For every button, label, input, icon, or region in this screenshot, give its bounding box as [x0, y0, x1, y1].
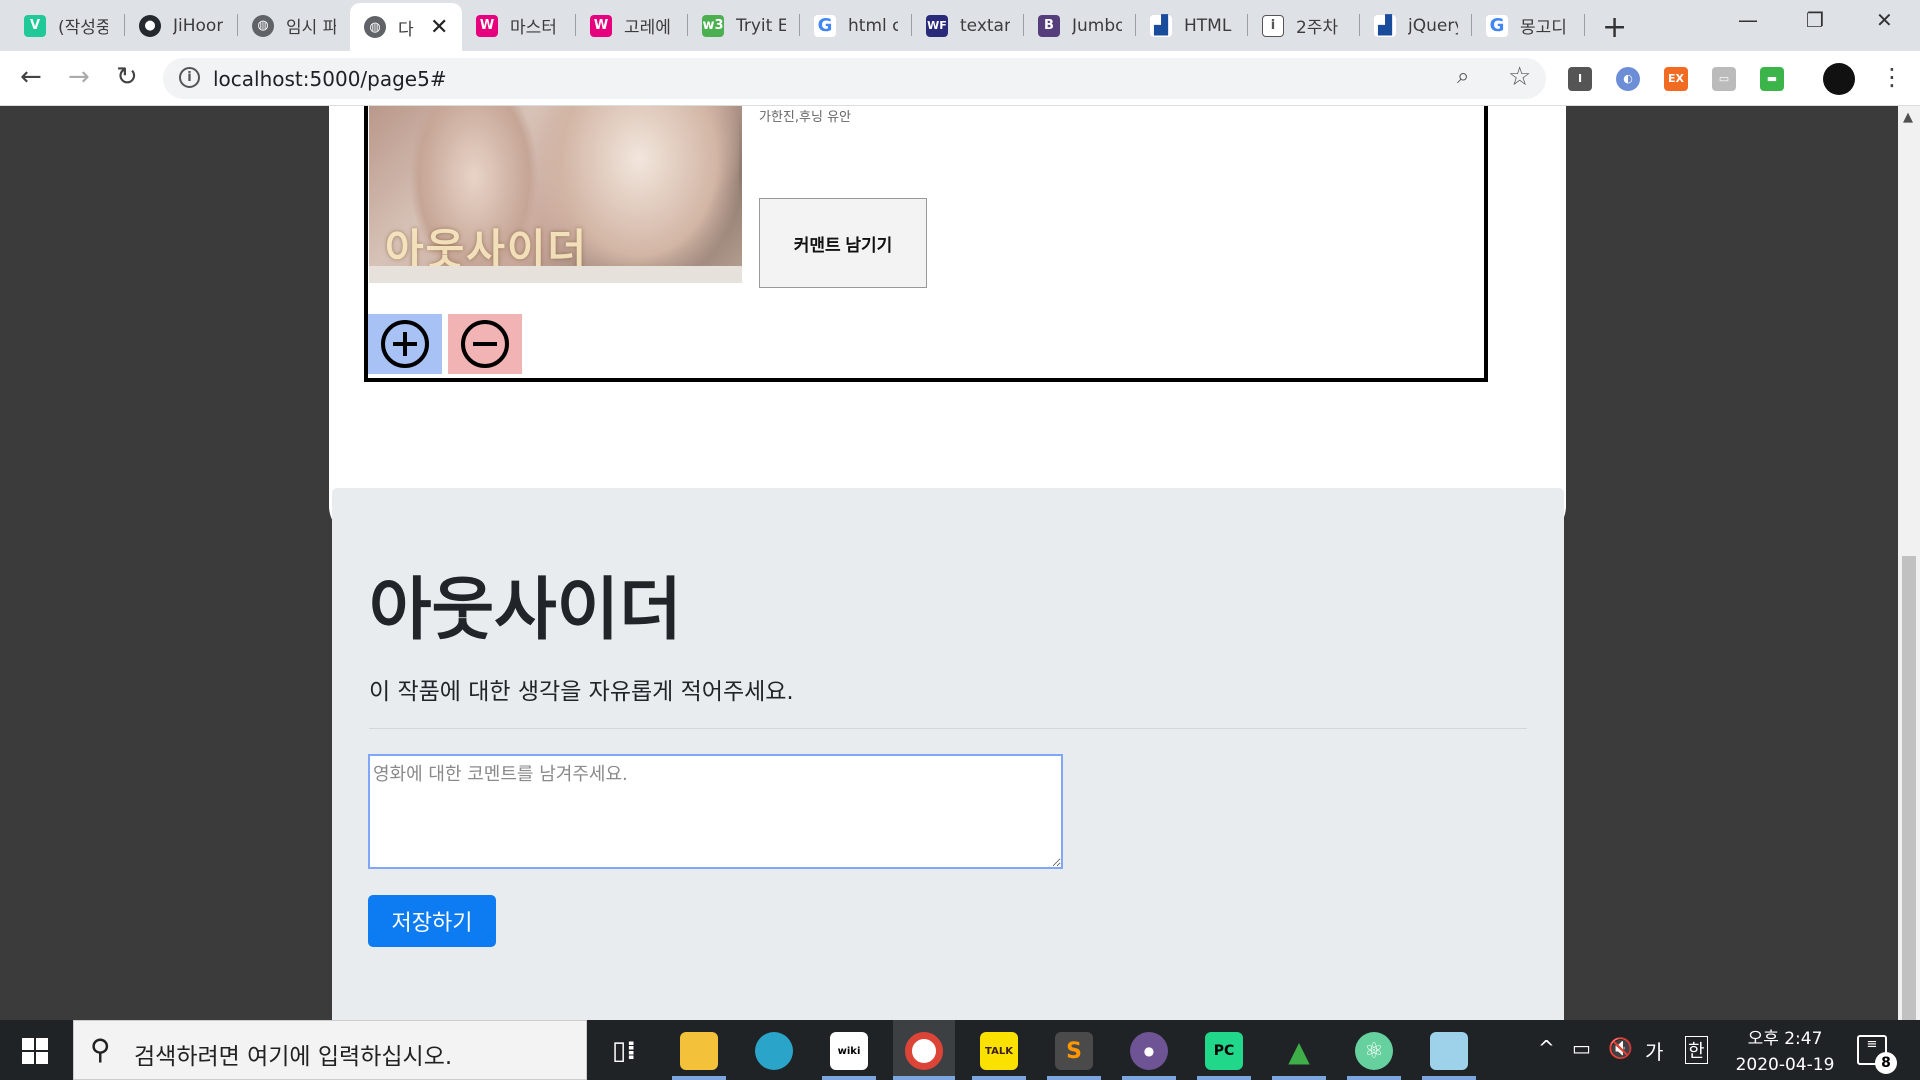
extension-icon[interactable]: ◐ — [1616, 67, 1640, 91]
pycharm-icon[interactable]: PC — [1205, 1032, 1243, 1070]
taskbar-clock[interactable]: 오후 2:47 2020-04-19 — [1730, 1026, 1840, 1078]
kakaotalk-icon[interactable]: TALK — [980, 1032, 1018, 1070]
github-desktop-icon[interactable]: ● — [1130, 1032, 1168, 1070]
movie-card: 아웃사이더 가한진,후닝 유안 커맨트 남기기 — [364, 106, 1488, 382]
close-window-icon[interactable]: ✕ — [1876, 8, 1893, 32]
tray-expand-icon[interactable]: ^ — [1538, 1036, 1555, 1060]
tab-github[interactable]: ● JiHoon — [125, 7, 235, 44]
notification-count: 8 — [1875, 1052, 1897, 1074]
movie-poster: 아웃사이더 — [369, 106, 742, 283]
app-icon[interactable] — [755, 1032, 793, 1070]
tab-tryit[interactable]: w3 Tryit E — [688, 7, 798, 44]
w-icon: W — [476, 14, 498, 37]
back-icon[interactable]: ← — [20, 62, 42, 92]
w3schools-icon: w3 — [702, 14, 724, 37]
forward-icon[interactable]: → — [68, 62, 90, 92]
search-icon: ⚲ — [90, 1033, 111, 1066]
extension-icon[interactable]: ▭ — [1712, 67, 1736, 91]
chart-icon: ▟ — [1374, 14, 1396, 37]
windows-taskbar: ⚲ 검색하려면 여기에 입력하십시오. ▯⁞ wiki TALK S ● PC … — [0, 1020, 1920, 1080]
volume-muted-icon[interactable]: 🔇 — [1608, 1036, 1633, 1060]
address-bar[interactable]: i localhost:5000/page5# ⌕ ☆ — [163, 58, 1546, 99]
robo3t-icon[interactable]: ▲ — [1280, 1032, 1318, 1070]
movie-title-heading: 아웃사이더 — [369, 571, 682, 650]
bookmark-star-icon[interactable]: ☆ — [1508, 62, 1531, 92]
site-info-icon[interactable]: i — [179, 67, 200, 88]
extension-icon[interactable]: ▬ — [1760, 67, 1784, 91]
velog-icon: V — [24, 14, 46, 37]
new-tab-icon[interactable]: + — [1602, 10, 1627, 45]
clock-time: 오후 2:47 — [1747, 1029, 1823, 1049]
url-text[interactable]: localhost:5000/page5# — [213, 67, 447, 91]
movie-cast: 가한진,후닝 유안 — [759, 110, 851, 125]
menu-kebab-icon[interactable]: ⋮ — [1880, 63, 1904, 91]
save-button[interactable]: 저장하기 — [368, 895, 496, 947]
github-icon: ● — [139, 14, 161, 37]
ime-language[interactable]: 가 — [1645, 1036, 1663, 1065]
page-scrollbar[interactable]: ▲ — [1898, 106, 1920, 1020]
tab-active[interactable]: ◍ 다 ✕ — [350, 3, 462, 51]
tab-textarea[interactable]: WF textare — [912, 7, 1022, 44]
tab-week2[interactable]: i 2주차 — [1248, 7, 1358, 44]
tab-html2[interactable]: ▟ HTML — [1136, 7, 1246, 44]
divider — [369, 728, 1527, 729]
tab-mongodb[interactable]: G 몽고디 — [1472, 7, 1582, 44]
profile-avatar[interactable] — [1823, 63, 1855, 95]
tab-gore[interactable]: W 고레에 — [576, 7, 686, 44]
clock-date: 2020-04-19 — [1735, 1055, 1835, 1075]
chrome-icon[interactable] — [905, 1032, 943, 1070]
file-explorer-icon[interactable] — [680, 1032, 718, 1070]
page-viewport: 아웃사이더 가한진,후닝 유안 커맨트 남기기 아웃사이더 이 작품에 대한 생… — [0, 106, 1898, 1020]
battery-icon[interactable]: ▭ — [1572, 1036, 1591, 1060]
minimize-icon[interactable]: — — [1738, 8, 1758, 32]
ime-mode[interactable]: 한 — [1685, 1036, 1708, 1064]
tab-strip: V (작성중 ● JiHoon ◍ 임시 파 ◍ 다 ✕ W 마스터 W 고레에… — [0, 0, 1920, 51]
leave-comment-button[interactable]: 커맨트 남기기 — [759, 198, 927, 288]
reload-icon[interactable]: ↻ — [116, 62, 138, 92]
tab-jumbotron[interactable]: B Jumbo — [1024, 7, 1134, 44]
wikidocs-icon[interactable]: wiki — [830, 1032, 868, 1070]
plus-circle-icon — [381, 320, 429, 368]
google-icon: G — [1486, 14, 1508, 37]
restore-icon[interactable]: ❐ — [1806, 8, 1824, 32]
notification-center-icon[interactable]: ≡ 8 — [1857, 1035, 1897, 1074]
sublime-icon[interactable]: S — [1055, 1032, 1093, 1070]
minus-button[interactable] — [448, 314, 522, 374]
comment-textarea[interactable] — [368, 754, 1063, 869]
minus-circle-icon — [461, 320, 509, 368]
tab-jquery[interactable]: ▟ jQuery — [1360, 7, 1470, 44]
w-icon: W — [590, 14, 612, 37]
zoom-icon[interactable]: ⌕ — [1457, 64, 1469, 89]
task-view-icon[interactable]: ▯⁞ — [605, 1032, 643, 1070]
bootstrap-icon: B — [1038, 14, 1060, 37]
scrollbar-thumb[interactable] — [1902, 556, 1916, 1020]
tab-velog[interactable]: V (작성중 — [10, 7, 120, 44]
windows-start-icon[interactable] — [22, 1038, 48, 1064]
search-placeholder: 검색하려면 여기에 입력하십시오. — [134, 1044, 453, 1070]
taskbar-search-box[interactable]: ⚲ 검색하려면 여기에 입력하십시오. — [73, 1020, 587, 1080]
extension-icon[interactable]: EX — [1664, 67, 1688, 91]
wf-icon: WF — [926, 14, 948, 37]
notepad-icon[interactable] — [1430, 1032, 1468, 1070]
tab-temp[interactable]: ◍ 임시 파 — [238, 7, 348, 44]
close-tab-icon[interactable]: ✕ — [430, 15, 448, 40]
browser-toolbar: ← → ↻ i localhost:5000/page5# ⌕ ☆ I ◐ EX… — [0, 51, 1920, 106]
extension-icon[interactable]: I — [1568, 67, 1592, 91]
scroll-up-icon[interactable]: ▲ — [1903, 110, 1913, 125]
movie-panel: 아웃사이더 가한진,후닝 유안 커맨트 남기기 — [329, 106, 1566, 538]
comment-jumbotron: 아웃사이더 이 작품에 대한 생각을 자유롭게 적어주세요. 저장하기 — [332, 488, 1564, 1020]
lead-text: 이 작품에 대한 생각을 자유롭게 적어주세요. — [369, 679, 794, 705]
tab-html[interactable]: G html c — [800, 7, 910, 44]
plus-button[interactable] — [368, 314, 442, 374]
atom-icon[interactable]: ⚛ — [1355, 1032, 1393, 1070]
globe-icon: ◍ — [252, 14, 274, 37]
notion-icon: i — [1262, 14, 1284, 37]
globe-icon: ◍ — [364, 16, 386, 38]
google-icon: G — [814, 14, 836, 37]
chart-icon: ▟ — [1150, 14, 1172, 37]
tab-master[interactable]: W 마스터 — [462, 7, 572, 44]
